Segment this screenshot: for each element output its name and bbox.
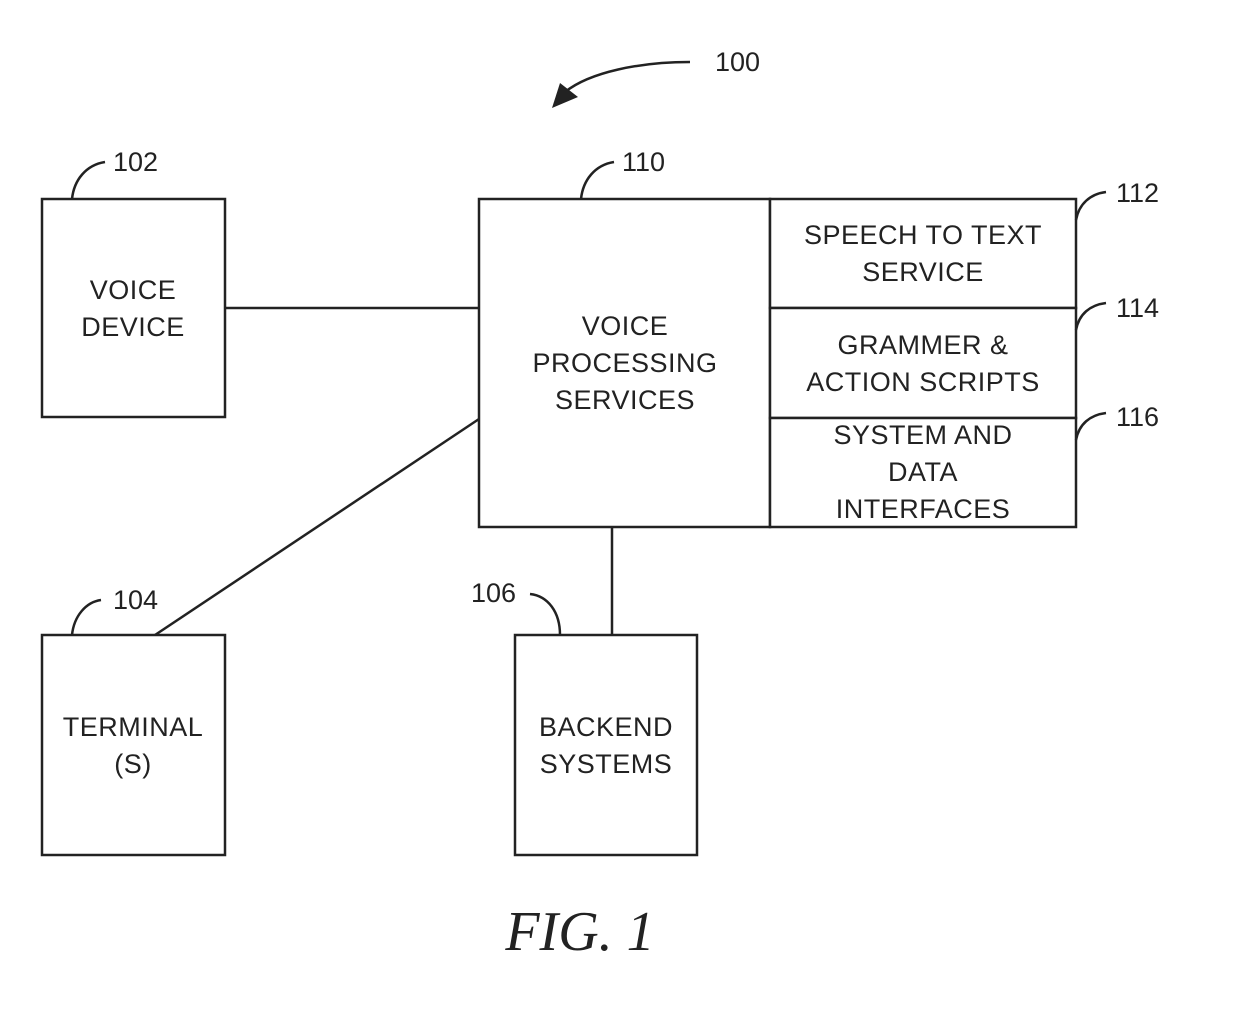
- terminal-ref: 104: [113, 585, 158, 615]
- voice-processing-leader: [579, 160, 615, 200]
- voice-processing-ref: 110: [622, 147, 665, 177]
- voice-device-leader: [70, 160, 106, 200]
- voice-device-ref: 102: [113, 147, 158, 177]
- backend-leader: [529, 592, 562, 636]
- backend-box: [513, 633, 699, 857]
- grammar-ref: 114: [1116, 293, 1159, 323]
- backend-label-line-2: SYSTEMS: [540, 749, 673, 779]
- edge-terminal-to-processing: [154, 417, 480, 637]
- backend-label-line-1: BACKEND: [539, 712, 673, 742]
- service-stack: SPEECH TO TEXT SERVICE GRAMMER & ACTION …: [768, 178, 1159, 529]
- backend-ref: 106: [471, 578, 516, 608]
- system-reference: 100: [552, 47, 760, 108]
- grammar-leader: [1074, 301, 1107, 331]
- terminal-box: [40, 633, 227, 857]
- speech-to-text-leader: [1074, 190, 1107, 221]
- node-backend: BACKEND SYSTEMS 106: [471, 578, 699, 857]
- voice-device-label-line-2: DEVICE: [81, 312, 185, 342]
- terminal-leader: [70, 598, 102, 636]
- voice-processing-label-line-3: SERVICES: [555, 385, 695, 415]
- system-arrow: [564, 60, 691, 93]
- speech-to-text-label-line-1: SPEECH TO TEXT: [804, 220, 1042, 250]
- speech-to-text-ref: 112: [1116, 178, 1159, 208]
- terminal-label-line-1: TERMINAL: [63, 712, 204, 742]
- voice-processing-label-line-1: VOICE: [582, 311, 669, 341]
- interfaces-label-line-1: SYSTEM AND: [833, 420, 1012, 450]
- grammar-label-line-2: ACTION SCRIPTS: [806, 367, 1040, 397]
- node-terminal: TERMINAL (S) 104: [40, 585, 227, 857]
- voice-processing-label-line-2: PROCESSING: [532, 348, 717, 378]
- terminal-label-line-2: (S): [114, 749, 152, 779]
- node-voice-device: VOICE DEVICE 102: [40, 147, 227, 419]
- node-voice-processing: VOICE PROCESSING SERVICES 110: [477, 147, 772, 529]
- grammar-label-line-1: GRAMMER &: [837, 330, 1008, 360]
- speech-to-text-box: [768, 197, 1078, 310]
- figure-caption: FIG. 1: [504, 901, 654, 963]
- patent-diagram: 100 VOICE DEVICE 102 TERMINAL (S) 104 BA…: [40, 47, 1159, 963]
- interfaces-ref: 116: [1116, 402, 1159, 432]
- voice-device-label-line-1: VOICE: [90, 275, 177, 305]
- interfaces-leader: [1074, 411, 1107, 441]
- voice-device-box: [40, 197, 227, 419]
- grammar-box: [768, 306, 1078, 420]
- interfaces-label-line-2: DATA: [888, 457, 958, 487]
- interfaces-label-line-3: INTERFACES: [836, 494, 1011, 524]
- system-ref-label: 100: [715, 47, 760, 77]
- speech-to-text-label-line-2: SERVICE: [862, 257, 984, 287]
